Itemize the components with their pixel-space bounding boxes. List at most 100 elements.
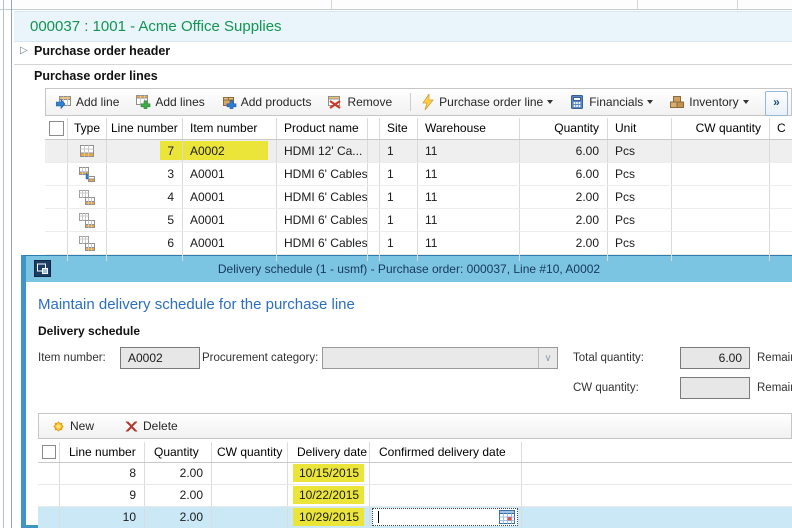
dialog-toolbar: New Delete	[38, 413, 792, 439]
purchase-order-line-menu-button[interactable]: Purchase order line	[421, 94, 554, 110]
item-number-label: Item number:	[38, 352, 106, 364]
dialog-title: Delivery schedule (1 - usmf) - Purchase …	[217, 262, 601, 276]
chevron-down-icon	[647, 100, 654, 104]
add-line-button[interactable]: Add line	[56, 94, 119, 110]
grid-header-row: Line number Quantity CW quantity Deliver…	[38, 442, 792, 463]
add-products-label: Add products	[240, 95, 312, 109]
col-header-unit[interactable]: Unit	[608, 118, 672, 139]
line-type-icon	[80, 145, 94, 157]
col-header-confirmed-delivery-date[interactable]: Confirmed delivery date	[370, 442, 522, 462]
chevron-down-icon	[742, 100, 749, 104]
table-row[interactable]: 3 A0001 HDMI 6' Cables 1 11 6.00 Pcs	[45, 163, 792, 186]
table-row[interactable]: 4 A0001 HDMI 6' Cables 1 11 2.00 Pcs	[45, 186, 792, 209]
confirmed-delivery-date-input[interactable]	[372, 508, 518, 526]
table-row-selected[interactable]: 10 2.00 10/29/2015	[38, 507, 792, 528]
remove-icon	[328, 96, 342, 109]
row-checkbox-cell[interactable]	[38, 485, 60, 506]
col-header-cw-quantity[interactable]: CW quantity	[212, 442, 288, 462]
new-sunburst-icon	[53, 420, 64, 432]
remove-button[interactable]: Remove	[327, 94, 392, 110]
table-row[interactable]: 9 2.00 10/22/2015	[38, 485, 792, 507]
add-lines-button[interactable]: Add lines	[135, 94, 205, 110]
col-header-item-number[interactable]: Item number	[183, 118, 277, 139]
row-checkbox-cell[interactable]	[45, 140, 68, 162]
row-checkbox-cell[interactable]	[45, 163, 68, 185]
procurement-category-label: Procurement category:	[202, 352, 319, 364]
row-checkbox-cell[interactable]	[45, 209, 68, 231]
row-checkbox-cell[interactable]	[38, 507, 60, 528]
financials-menu-button[interactable]: Financials	[569, 94, 654, 110]
chevron-down-icon	[547, 100, 554, 104]
row-checkbox-cell[interactable]	[45, 186, 68, 208]
add-line-label: Add line	[76, 95, 120, 109]
select-all-checkbox[interactable]	[45, 118, 68, 139]
remaining-label: Remaining	[757, 352, 792, 364]
delivery-schedule-icon	[79, 166, 95, 182]
highlighted-date: 10/22/2015	[293, 486, 365, 504]
remaining-label: Remaining	[757, 382, 792, 394]
col-header-type[interactable]: Type	[68, 118, 107, 139]
total-quantity-field[interactable]: 6.00	[680, 347, 750, 369]
add-products-icon	[222, 97, 237, 109]
select-all-checkbox[interactable]	[38, 442, 60, 462]
app-icon	[34, 260, 51, 277]
delivery-schedule-dialog: Delivery schedule (1 - usmf) - Purchase …	[21, 255, 792, 528]
inventory-menu-button[interactable]: Inventory	[669, 94, 749, 110]
empty-grid-row	[45, 255, 792, 261]
text-cursor	[378, 511, 379, 523]
item-number-field[interactable]: A0002	[120, 347, 200, 369]
procurement-category-dropdown[interactable]: ∨	[322, 347, 558, 369]
col-header-delivery-date[interactable]: Delivery date	[288, 442, 370, 462]
cw-quantity-field[interactable]	[680, 377, 750, 399]
expand-icon[interactable]: ▷	[20, 45, 28, 56]
col-header-warehouse[interactable]: Warehouse	[418, 118, 520, 139]
toolbar-separator	[410, 93, 412, 111]
section-label: Purchase order header	[34, 44, 171, 58]
table-row[interactable]: 7 A0002 HDMI 12' Ca... 1 11 6.00 Pcs	[45, 140, 792, 163]
table-row[interactable]: 6 A0001 HDMI 6' Cables 1 11 2.00 Pcs	[45, 232, 792, 255]
total-quantity-label: Total quantity:	[573, 352, 644, 364]
inventory-label: Inventory	[689, 95, 739, 109]
col-header-cw-quantity[interactable]: CW quantity	[672, 118, 770, 139]
col-header-line-number[interactable]: Line number	[107, 118, 183, 139]
window-border-line	[3, 0, 4, 528]
screen: 000037 : 1001 - Acme Office Supplies ▷ P…	[0, 0, 792, 528]
divider	[331, 0, 332, 9]
dropdown-button[interactable]: ∨	[538, 348, 557, 368]
group-label: Delivery schedule	[38, 324, 141, 338]
financials-label: Financials	[589, 95, 644, 109]
date-picker-icon[interactable]	[499, 510, 515, 524]
delete-x-icon	[125, 421, 138, 431]
grid-header-row: Type Line number Item number Product nam…	[45, 118, 792, 140]
section-label-purchase-order-lines: Purchase order lines	[34, 69, 158, 83]
chevron-down-icon: ∨	[544, 352, 552, 364]
page-title: 000037 : 1001 - Acme Office Supplies	[14, 11, 792, 42]
toolbar-overflow-button[interactable]: »	[765, 91, 788, 116]
background-grid-strip	[0, 0, 792, 10]
cw-quantity-label: CW quantity:	[573, 382, 639, 394]
po-lines-toolbar: Add line Add lines Add products Remove P…	[45, 88, 792, 116]
table-row[interactable]: 8 2.00 10/15/2015	[38, 463, 792, 485]
row-checkbox-cell[interactable]	[38, 463, 60, 484]
schedule-line-icon	[79, 189, 95, 205]
col-header-spacer	[368, 118, 380, 139]
row-checkbox-cell[interactable]	[45, 232, 68, 254]
divider	[737, 0, 738, 9]
dialog-body: Maintain delivery schedule for the purch…	[26, 282, 792, 528]
delivery-schedule-grid: Line number Quantity CW quantity Deliver…	[38, 442, 792, 528]
col-header-product-name[interactable]: Product name	[277, 118, 368, 139]
col-header-quantity[interactable]: Quantity	[145, 442, 212, 462]
col-header-line-number[interactable]: Line number	[60, 442, 145, 462]
new-button[interactable]: New	[51, 419, 94, 434]
delete-button[interactable]: Delete	[124, 419, 178, 434]
section-purchase-order-header[interactable]: ▷ Purchase order header	[14, 42, 792, 65]
lightning-icon	[422, 94, 434, 110]
col-header-site[interactable]: Site	[380, 118, 418, 139]
col-header-clipped[interactable]: C	[770, 118, 792, 139]
purchase-order-line-label: Purchase order line	[439, 95, 544, 109]
col-header-quantity[interactable]: Quantity	[520, 118, 608, 139]
window-border-line	[11, 0, 12, 528]
table-row[interactable]: 5 A0001 HDMI 6' Cables 1 11 2.00 Pcs	[45, 209, 792, 232]
add-lines-icon	[136, 95, 151, 109]
add-products-button[interactable]: Add products	[221, 94, 312, 110]
